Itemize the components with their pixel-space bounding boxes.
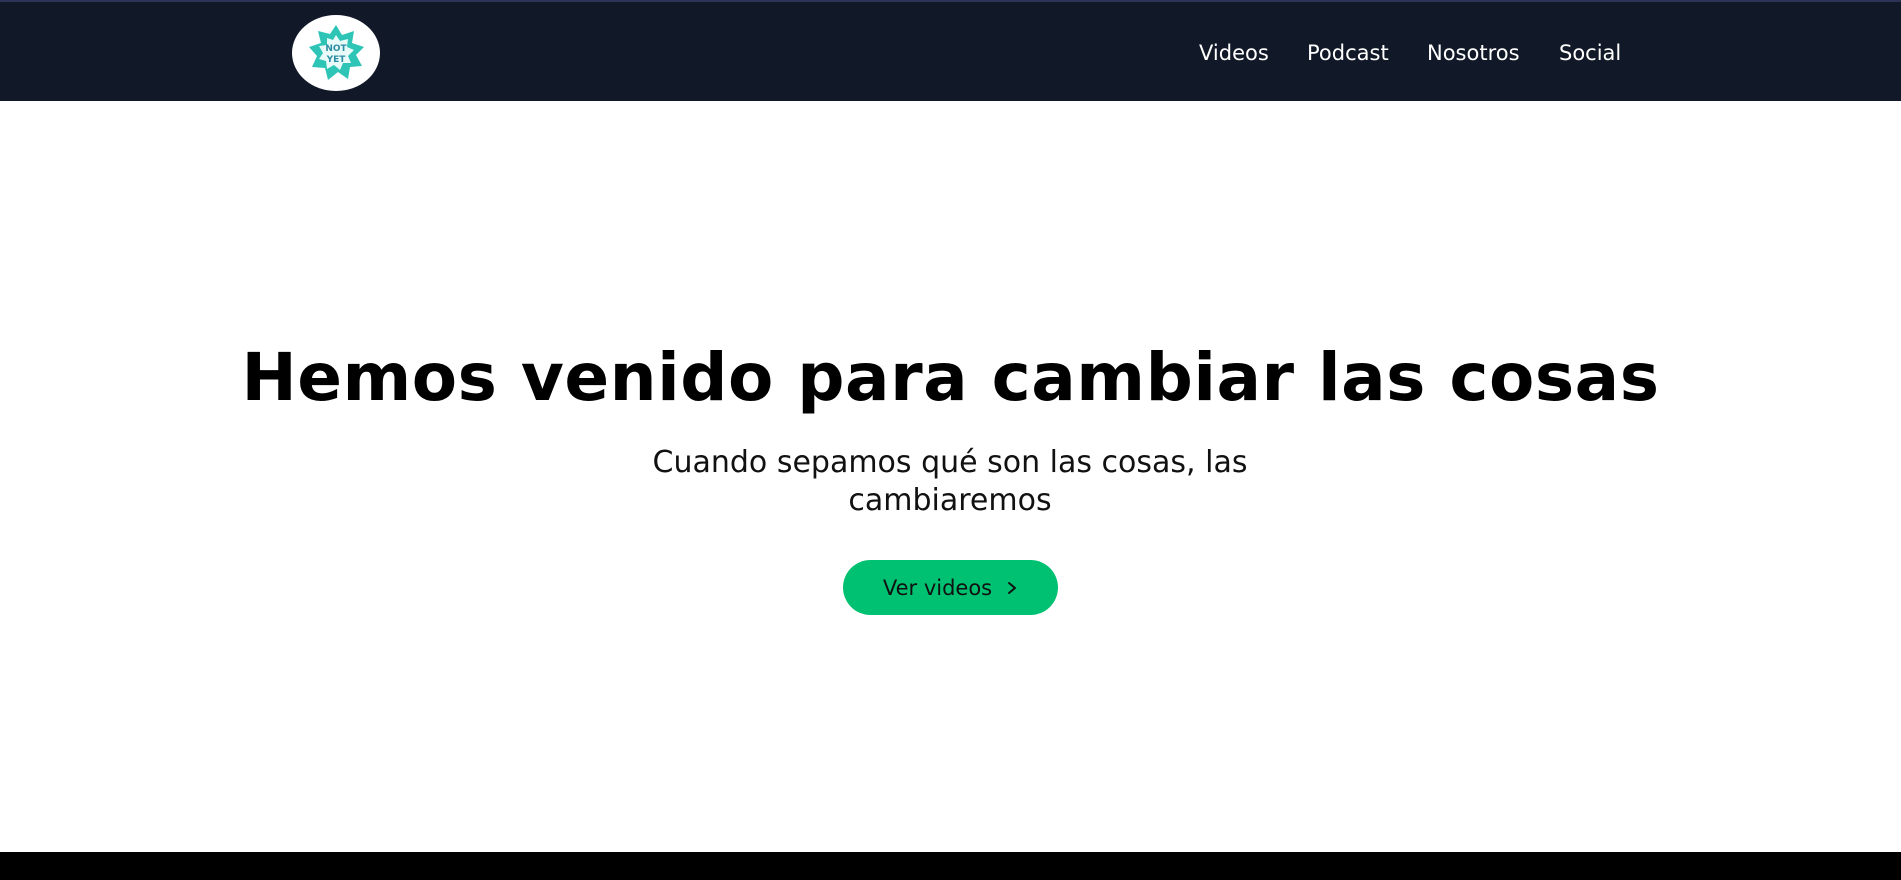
site-header: NOT YET Videos Podcast Nosotros Social: [0, 0, 1901, 101]
hero-title: Hemos venido para cambiar las cosas: [241, 339, 1660, 416]
ver-videos-label: Ver videos: [882, 575, 993, 600]
nav-item-podcast[interactable]: Podcast: [1307, 40, 1389, 66]
footer-strip: [0, 852, 1901, 880]
nav-item-nosotros[interactable]: Nosotros: [1427, 40, 1520, 66]
nav-item-videos[interactable]: Videos: [1199, 40, 1269, 66]
main-navigation: Videos Podcast Nosotros Social: [0, 2, 1901, 103]
ver-videos-button[interactable]: Ver videos: [843, 560, 1058, 615]
hero-subtitle: Cuando sepamos qué son las cosas, las ca…: [652, 445, 1248, 518]
nav-item-social[interactable]: Social: [1559, 40, 1621, 66]
chevron-right-icon: [1008, 581, 1017, 594]
